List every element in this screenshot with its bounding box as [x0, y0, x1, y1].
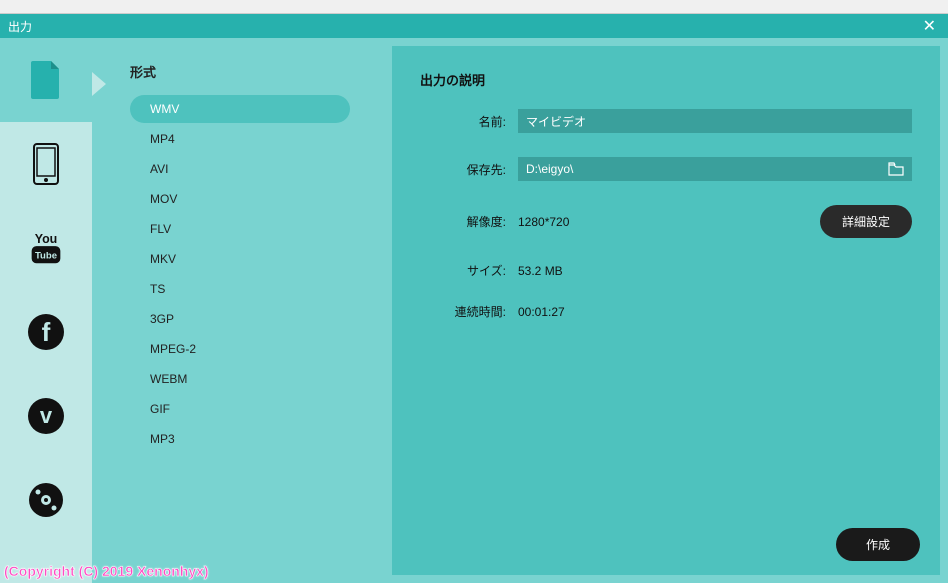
format-item-ts[interactable]: TS [130, 275, 350, 303]
format-item-flv[interactable]: FLV [130, 215, 350, 243]
format-item-webm[interactable]: WEBM [130, 365, 350, 393]
format-item-mpeg-2[interactable]: MPEG-2 [130, 335, 350, 363]
close-icon[interactable]: ✕ [919, 16, 940, 36]
format-list: WMVMP4AVIMOVFLVMKVTS3GPMPEG-2WEBMGIFMP3 [130, 95, 374, 455]
save-label: 保存先: [420, 161, 506, 178]
format-panel: 形式 WMVMP4AVIMOVFLVMKVTS3GPMPEG-2WEBMGIFM… [92, 38, 392, 583]
format-item-mp3[interactable]: MP3 [130, 425, 350, 453]
save-path-input[interactable]: D:\eigyo\ [518, 157, 912, 181]
resolution-label: 解像度: [420, 213, 506, 230]
main-area: YouTube f v 形式 WMVMP4AVIMOVFLVMKVTS3GPMP… [0, 38, 948, 583]
format-item-gif[interactable]: GIF [130, 395, 350, 423]
facebook-icon: f [24, 310, 68, 354]
category-facebook[interactable]: f [0, 290, 92, 374]
folder-icon[interactable] [888, 162, 904, 176]
category-dvd[interactable] [0, 458, 92, 542]
active-category-arrow [92, 72, 106, 96]
category-mobile[interactable] [0, 122, 92, 206]
size-label: サイズ: [420, 262, 506, 279]
category-sidebar: You Tube f v [0, 38, 92, 583]
watermark-text: (Copyright (C) 2019 Xenonhyx) [4, 563, 209, 579]
details-panel: 出力の説明 名前: 保存先: D:\eigyo\ 解像度: 1280*720 詳… [392, 46, 940, 575]
duration-label: 連続時間: [420, 303, 506, 320]
category-vimeo[interactable]: v [0, 374, 92, 458]
mobile-icon [24, 142, 68, 186]
name-input[interactable] [518, 109, 912, 133]
file-icon [24, 58, 68, 102]
row-duration: 連続時間: 00:01:27 [420, 303, 912, 320]
row-size: サイズ: 53.2 MB [420, 262, 912, 279]
youtube-icon: You Tube [24, 226, 68, 270]
category-youtube[interactable]: You Tube [0, 206, 92, 290]
save-path-text: D:\eigyo\ [526, 162, 888, 176]
window-titlebar [0, 0, 948, 14]
format-item-3gp[interactable]: 3GP [130, 305, 350, 333]
format-title: 形式 [130, 62, 374, 81]
format-item-wmv[interactable]: WMV [130, 95, 350, 123]
svg-text:You: You [35, 232, 58, 246]
format-item-mp4[interactable]: MP4 [130, 125, 350, 153]
svg-text:v: v [40, 403, 53, 428]
format-item-avi[interactable]: AVI [130, 155, 350, 183]
detail-settings-button[interactable]: 詳細設定 [820, 205, 912, 238]
category-file[interactable] [0, 38, 92, 122]
details-title: 出力の説明 [420, 70, 912, 89]
vimeo-icon: v [24, 394, 68, 438]
svg-text:Tube: Tube [35, 251, 57, 262]
name-label: 名前: [420, 113, 506, 130]
size-value: 53.2 MB [518, 264, 563, 278]
format-item-mov[interactable]: MOV [130, 185, 350, 213]
dialog-title: 出力 [8, 18, 919, 35]
create-button[interactable]: 作成 [836, 528, 920, 561]
dialog-header: 出力 ✕ [0, 14, 948, 38]
resolution-value: 1280*720 [518, 215, 820, 229]
row-name: 名前: [420, 109, 912, 133]
dvd-icon [24, 478, 68, 522]
svg-text:f: f [42, 317, 51, 347]
format-item-mkv[interactable]: MKV [130, 245, 350, 273]
row-resolution: 解像度: 1280*720 詳細設定 [420, 205, 912, 238]
duration-value: 00:01:27 [518, 305, 565, 319]
row-save: 保存先: D:\eigyo\ [420, 157, 912, 181]
